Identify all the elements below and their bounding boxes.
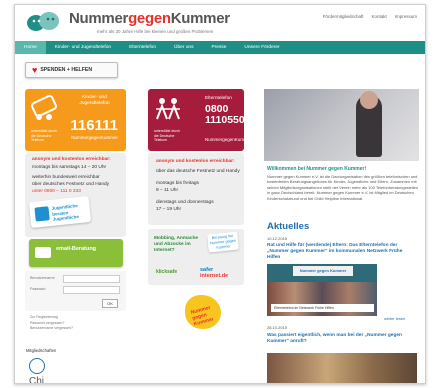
intro-paragraph: Nummer gegen Kummer e.V. ist die Dachorg… [267, 174, 419, 201]
et-info-line2: montags bis freitags [156, 181, 199, 186]
browser-page: NummergegenKummer mehr als 30 Jahre Hilf… [14, 4, 426, 384]
jugendliche-beraten-text: Jugendliche beraten Jugendliche [51, 203, 80, 222]
elterntelefon-card[interactable]: Elterntelefon 0800 1110550 unterstützt d… [148, 89, 252, 151]
et-card-brand: NummergegenKummer [205, 137, 252, 142]
et-info-line3: 9 – 11 Uhr [156, 188, 179, 193]
splash-badge[interactable]: Nummer gegen Kummer [185, 295, 221, 329]
nav-home[interactable]: Home [15, 41, 46, 54]
logo-text-2: gegen [128, 10, 171, 27]
topnav-membership-link[interactable]: Fördermitgliedschaft [323, 14, 364, 19]
kj-card-number: 116111 [70, 117, 118, 134]
internet-text: internet [200, 273, 221, 279]
mobbing-beratung-badge[interactable]: Beratung bei Nummer gegen Kummer [207, 231, 239, 253]
hero-photo [264, 89, 419, 161]
splash-text: Nummer gegen Kummer [190, 304, 215, 328]
nav-kinder-jugendtelefon[interactable]: Kinder- und Jugendtelefon [46, 41, 120, 54]
member-logo-icon[interactable] [29, 358, 45, 374]
read-more-link[interactable]: weiter lesen [384, 316, 405, 321]
de-text: .de [220, 273, 229, 279]
news-date-2: 28.10.2015 [267, 325, 288, 330]
kj-info-title: anonym und kostenlos erreichbar: [32, 157, 111, 162]
kj-info-line3: über deutsches Festnetz und Handy [32, 182, 110, 187]
username-input[interactable] [63, 275, 120, 283]
username-label: Benutzername [30, 276, 55, 280]
news-image-banner: Nummer gegen Kummer [293, 266, 353, 276]
et-info-line5: 17 – 19 Uhr [156, 207, 182, 212]
main-navigation: Home Kinder- und Jugendtelefon Elterntel… [15, 41, 425, 54]
memberships-heading: Mitgliedschaften [26, 348, 57, 353]
klicksafe-logo[interactable]: klicksafe [156, 269, 177, 275]
account-links: Zur Registrierung Passwort vergessen? Be… [30, 315, 73, 332]
kj-info-line2: weiterhin bundesweit erreichbar [32, 175, 100, 180]
child-helpline-logo[interactable]: Chi [29, 376, 44, 383]
envelope-icon [35, 247, 51, 258]
email-beratung-button[interactable]: email-Beratung [29, 239, 123, 267]
news-image-1[interactable]: Nummer gegen Kummer Elterntelefon im Net… [267, 264, 377, 316]
kj-card-brand: NummergegenKummer [71, 135, 118, 140]
email-beratung-label: email-Beratung [56, 246, 97, 252]
logo-text-1: Nummer [69, 10, 129, 27]
hero-person-head [360, 91, 378, 109]
et-card-label: Elterntelefon [205, 96, 232, 101]
password-label: Passwort [30, 287, 46, 291]
phone-kids-icon [31, 95, 57, 120]
welcome-heading: Willkommen bei Nummer gegen Kummer! [267, 166, 367, 172]
nav-ueber-uns[interactable]: Über uns [165, 41, 202, 54]
news-image-caption: Elterntelefon im Netzwerk Frühe Hilfen [271, 304, 374, 312]
et-info-title: anonym und kostenlos erreichbar: [156, 159, 235, 164]
et-card-number: 0800 1110550 [205, 103, 245, 126]
forgot-username-link[interactable]: Benutzername vergessen? [30, 326, 73, 332]
chat-icon [34, 206, 50, 222]
parents-icon [156, 98, 180, 120]
kinder-jugendtelefon-card[interactable]: Kinder- und Jugendtelefon unterstützt du… [25, 89, 126, 151]
et-card-member-text: unterstützt durch die Deutsche Telekom [154, 129, 181, 142]
kj-card-label: Kinder- und Jugendtelefon [79, 95, 110, 106]
site-logo-title[interactable]: NummergegenKummer [69, 10, 230, 27]
nav-presse[interactable]: Presse [202, 41, 235, 54]
kj-info-hours: montags bis samstags 14 – 20 Uhr [32, 165, 107, 170]
top-navigation: Fördermitgliedschaft Kontakt Impressum [323, 14, 417, 19]
logo-icon[interactable] [25, 10, 61, 36]
news-title-1[interactable]: Rat und Hilfe für (werdende) Eltern: Das… [267, 243, 417, 261]
password-input[interactable] [63, 286, 120, 294]
mobbing-box[interactable]: Mobbing, Anmache und Abzocke im Internet… [148, 229, 244, 285]
topnav-imprint-link[interactable]: Impressum [395, 14, 417, 19]
logo-text-3: Kummer [170, 10, 230, 27]
topnav-contact-link[interactable]: Kontakt [371, 14, 386, 19]
login-ok-button[interactable]: OK [102, 299, 118, 308]
kj-card-member-text: unterstützt durch die Deutsche Telekom [31, 129, 58, 142]
news-heading: Aktuelles [267, 221, 310, 232]
nav-foerderer[interactable]: Unsere Förderer [235, 41, 288, 54]
nav-elterntelefon[interactable]: Elterntelefon [120, 41, 165, 54]
news-date-1: 10.12.2015 [267, 236, 288, 241]
site-header: NummergegenKummer mehr als 30 Jahre Hilf… [15, 5, 425, 45]
heart-icon: ♥ [32, 65, 38, 75]
login-box: Benutzername Passwort OK [25, 271, 126, 311]
kj-info-line4: unter 0800 – 111 0 333 [32, 189, 81, 194]
et-info-box: anonym und kostenlos erreichbar: über da… [148, 153, 244, 225]
news-image-2[interactable] [267, 353, 417, 383]
saferinternet-logo[interactable]: safer internet.de [200, 267, 228, 279]
donate-button[interactable]: ♥ SPENDEN + HELFEN [25, 62, 118, 78]
news-title-2[interactable]: Was passiert eigentlich, wenn man bei de… [267, 333, 417, 345]
mobbing-text: Mobbing, Anmache und Abzocke im Internet… [154, 236, 199, 253]
donate-label: SPENDEN + HELFEN [40, 67, 93, 73]
et-info-line4: dienstags und donnerstags [156, 200, 214, 205]
site-tagline: mehr als 30 Jahre Hilfe bei kleinen und … [97, 29, 214, 34]
et-info-line1: über das deutsche Festnetz und Handy [156, 169, 240, 174]
